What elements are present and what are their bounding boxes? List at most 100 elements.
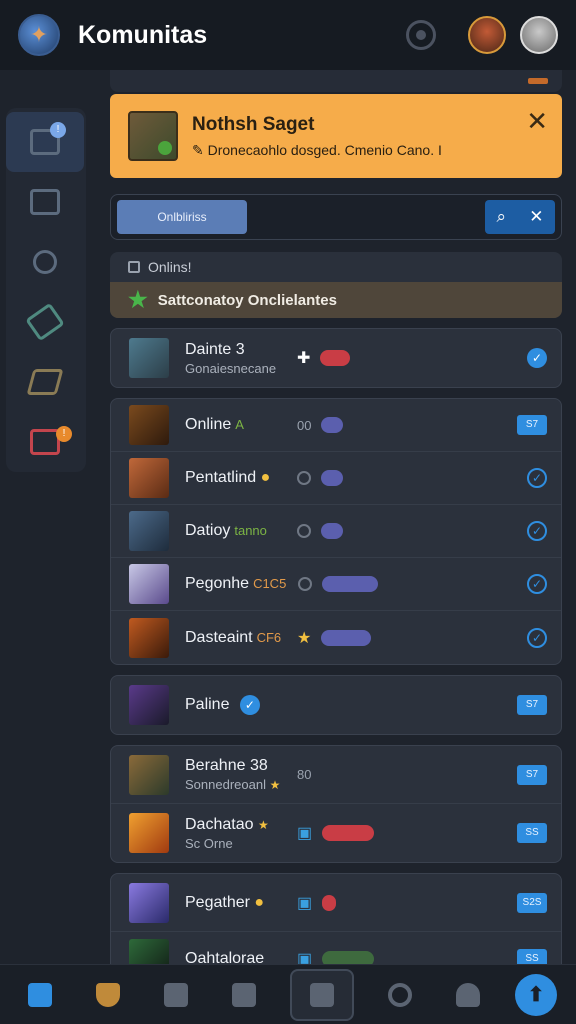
activity-icon bbox=[388, 982, 412, 1007]
check-icon[interactable]: ✓ bbox=[527, 627, 547, 648]
sidebar-item-edit[interactable] bbox=[6, 352, 84, 412]
timer-icon bbox=[297, 471, 311, 485]
friend-card: Online A 00 S7 Pentatlind ● ✓ Datioy tan… bbox=[110, 398, 562, 665]
nav-library[interactable] bbox=[290, 968, 354, 1021]
status-pill bbox=[321, 417, 344, 433]
check-icon[interactable]: ✓ bbox=[527, 468, 547, 488]
item-name: Dasteaint CF6 bbox=[185, 628, 282, 646]
close-icon[interactable]: ✕ bbox=[526, 108, 548, 134]
timer-icon bbox=[298, 577, 313, 591]
notification-message: ✎ Dronecaohlo dosged. Cmenio Cano. I bbox=[192, 141, 442, 158]
search-bar: Onlbliriss ⌕ ✕ bbox=[110, 194, 562, 240]
collapsed-card bbox=[110, 70, 562, 92]
online-section: Onlins! ★ Sattconatoy Onclielantes bbox=[110, 252, 562, 318]
library-icon bbox=[310, 982, 334, 1007]
timer-icon bbox=[297, 524, 311, 538]
item-sub: Sc Orne bbox=[185, 835, 233, 851]
item-name: Pentatlind ● bbox=[185, 469, 271, 486]
app-title: Komunitas bbox=[78, 20, 208, 49]
online-header: Onlins! bbox=[148, 259, 192, 275]
count-badge[interactable]: S7 bbox=[517, 695, 547, 715]
nav-store[interactable] bbox=[222, 973, 266, 1017]
search-icon[interactable]: ⌕ bbox=[497, 207, 507, 227]
status-pill bbox=[321, 470, 343, 486]
friend-card: Dainte 3 Gonaiesnecane ✚ ✓ bbox=[110, 328, 562, 388]
item-name: Dainte 3 bbox=[185, 340, 245, 358]
status-pill bbox=[321, 629, 372, 646]
list-item[interactable]: Pegather ● ▣ S2S bbox=[111, 874, 561, 932]
sidebar-item-frame[interactable] bbox=[6, 172, 84, 232]
list-item[interactable]: Dainte 3 Gonaiesnecane ✚ ✓ bbox=[111, 329, 561, 387]
profile-avatar[interactable] bbox=[520, 16, 558, 54]
bottom-nav: ⬆ bbox=[0, 964, 576, 1024]
chat-icon: ▣ bbox=[297, 825, 313, 842]
app-logo-icon[interactable]: ✦ bbox=[18, 14, 60, 56]
status-pill bbox=[320, 350, 351, 366]
sidebar-item-dashboard[interactable]: ! bbox=[6, 112, 84, 172]
check-icon[interactable]: ✓ bbox=[527, 348, 547, 368]
game-thumbnail bbox=[129, 813, 169, 853]
notification-thumbnail bbox=[128, 111, 178, 161]
item-sub: Sonnedreoanl ★ bbox=[185, 777, 281, 792]
list-item[interactable]: Paline ✓ S7 bbox=[111, 676, 561, 734]
game-thumbnail bbox=[129, 564, 169, 604]
close-icon[interactable]: ✕ bbox=[529, 207, 543, 227]
item-name: Dachatao ★ bbox=[185, 815, 269, 833]
game-thumbnail bbox=[129, 754, 169, 795]
person-icon bbox=[456, 982, 480, 1007]
frame-icon bbox=[30, 189, 60, 215]
controller-icon: ✚ bbox=[297, 350, 311, 367]
item-name: Online A bbox=[185, 416, 244, 433]
list-item[interactable]: Pegonhe C1C5 ✓ bbox=[111, 558, 561, 611]
item-name: Pegather ● bbox=[185, 893, 265, 911]
notification-badge: ! bbox=[50, 122, 66, 138]
list-item[interactable]: Berahne 38 Sonnedreoanl ★ 80 S7 bbox=[111, 746, 561, 804]
nav-shield[interactable] bbox=[86, 973, 130, 1017]
star-icon: ★ bbox=[128, 287, 148, 312]
list-item[interactable]: Pentatlind ● ✓ bbox=[111, 452, 561, 505]
upload-icon: ⬆ bbox=[515, 973, 557, 1016]
notification-title: Nothsh Saget bbox=[192, 113, 315, 135]
target-icon[interactable] bbox=[406, 20, 436, 50]
search-actions: ⌕ ✕ bbox=[485, 200, 555, 234]
game-thumbnail bbox=[129, 882, 169, 923]
item-name: Paline ✓ bbox=[185, 695, 285, 715]
check-icon[interactable]: ✓ bbox=[527, 574, 547, 594]
item-name: Berahne 38 bbox=[185, 757, 268, 774]
count-badge[interactable]: S7 bbox=[517, 764, 547, 785]
list-item[interactable]: Online A 00 S7 bbox=[111, 399, 561, 452]
nav-activity[interactable] bbox=[378, 973, 422, 1017]
store-icon bbox=[232, 982, 256, 1007]
sidebar-item-tags[interactable] bbox=[6, 292, 84, 352]
shield-icon bbox=[96, 982, 120, 1007]
check-icon[interactable]: ✓ bbox=[527, 521, 547, 541]
nav-fab[interactable]: ⬆ bbox=[514, 973, 558, 1017]
sidebar-item-inbox[interactable]: ! bbox=[6, 412, 84, 472]
friend-card: Paline ✓ S7 bbox=[110, 675, 562, 735]
list-item[interactable]: Datioy tanno ✓ bbox=[111, 505, 561, 558]
count-badge[interactable]: SS bbox=[517, 823, 547, 843]
list-item[interactable]: Dasteaint CF6 ★ ✓ bbox=[111, 611, 561, 664]
nav-games[interactable] bbox=[154, 973, 198, 1017]
online-status: Sattconatoy Onclielantes bbox=[157, 291, 337, 309]
online-status-row[interactable]: ★ Sattconatoy Onclielantes bbox=[110, 282, 562, 318]
game-thumbnail bbox=[129, 338, 169, 378]
filter-chip[interactable]: Onlbliriss bbox=[117, 200, 247, 234]
nav-home[interactable] bbox=[18, 973, 62, 1017]
nav-profile[interactable] bbox=[446, 973, 490, 1017]
list-item[interactable]: Dachatao ★ Sc Orne ▣ SS bbox=[111, 804, 561, 862]
top-bar: ✦ Komunitas bbox=[0, 0, 576, 70]
sidebar-item-search[interactable] bbox=[6, 232, 84, 292]
count-badge[interactable]: S2S bbox=[517, 892, 547, 913]
calendar-icon bbox=[128, 261, 140, 273]
status-pill bbox=[321, 523, 343, 539]
sidebar: ! ! bbox=[6, 108, 86, 472]
notification-badge: ! bbox=[56, 426, 72, 442]
home-icon bbox=[28, 982, 52, 1007]
notification-banner[interactable]: Nothsh Saget ✎ Dronecaohlo dosged. Cmeni… bbox=[110, 94, 562, 178]
item-name: Datioy tanno bbox=[185, 522, 267, 539]
search-icon bbox=[33, 250, 57, 274]
count-badge[interactable]: S7 bbox=[517, 415, 547, 435]
avatar[interactable] bbox=[468, 16, 506, 54]
item-name: Pegonhe C1C5 bbox=[185, 575, 287, 592]
